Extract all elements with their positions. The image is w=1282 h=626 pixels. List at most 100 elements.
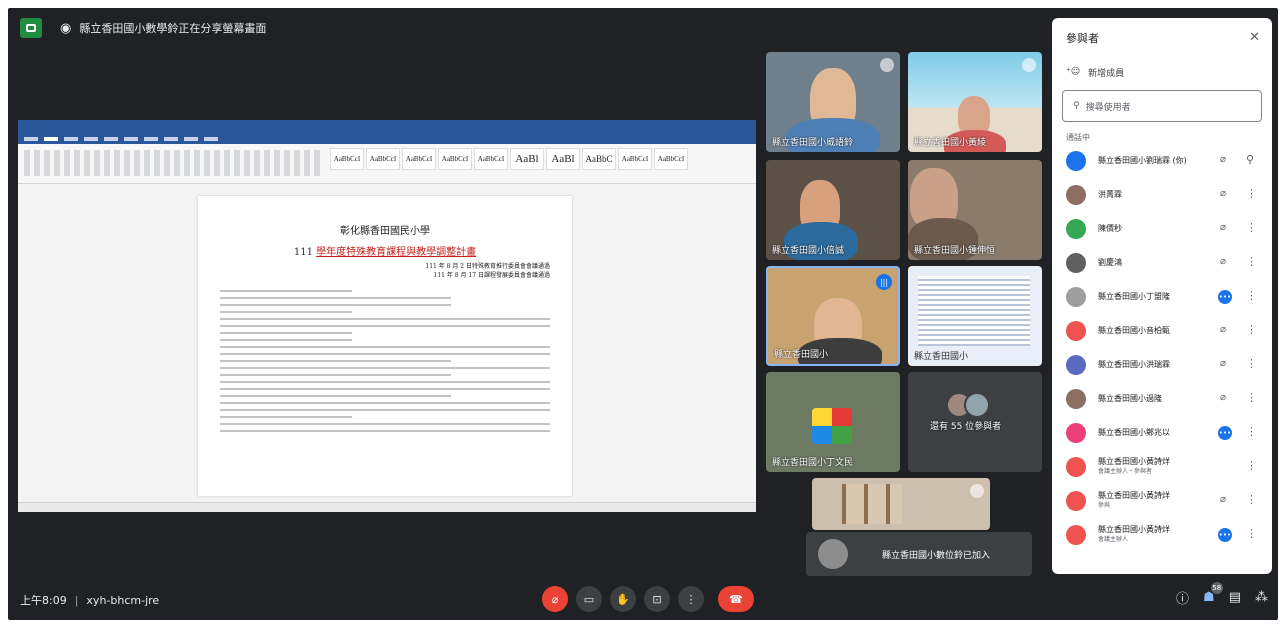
participant-name-text: 陳價秒 — [1098, 224, 1122, 233]
avatar — [1066, 491, 1086, 511]
top-bar: ◉ 縣立香田國小數學鈴正在分享螢幕畫面 — [8, 8, 1048, 48]
call-controls: ⌀ ▭ ✋ ⊡ ⋮ ☎ — [542, 586, 754, 612]
word-tool-icons — [24, 150, 324, 176]
participant-tile[interactable]: 縣立香田國小威語鈴 — [766, 52, 900, 152]
participant-row[interactable]: 洪菁霖 ⌀ ⋮ — [1052, 178, 1272, 212]
participant-tile-name: 縣立香田國小倍誠 — [772, 246, 845, 256]
participant-tile-name: 縣立香田國小 — [914, 352, 969, 362]
more-participants-tile[interactable]: 還有 55 位參與者 — [908, 372, 1042, 472]
document-title: 彰化縣香田國民小學 — [340, 226, 430, 237]
participant-name-text: 縣立香田國小丁盟隆 — [1098, 292, 1170, 301]
camera-button[interactable]: ▭ — [576, 586, 602, 612]
word-styles-gallery: AaBbCcI AaBbCcI AaBbCcI AaBbCcI AaBbCcI AaBl A… — [330, 148, 688, 170]
speaking-indicator-icon: ••• — [1218, 290, 1232, 304]
participant-row[interactable]: 縣立香田國小丁盟隆 ••• ⋮ — [1052, 280, 1272, 314]
present-icon: ⊡ — [652, 592, 662, 606]
participant-tile-name: 縣立香田國小鍾伸恒 — [914, 246, 996, 256]
participant-tile[interactable]: 縣立香田國小鍾伸恒 — [908, 160, 1042, 260]
participant-name: 縣立香田國小音柏甄 — [1098, 326, 1208, 336]
raise-hand-button[interactable]: ✋ — [610, 586, 636, 612]
participant-tile[interactable] — [812, 478, 990, 530]
document-subtitle-text: 學年度特殊教育課程與教學調整計畫 — [316, 247, 477, 258]
speaking-indicator-icon: ••• — [1218, 426, 1232, 440]
participant-list: 縣立香田國小劉瑞霖 (你) ⌀ ⚲ 洪菁霖 ⌀ ⋮ 陳價秒 ⌀ ⋮ 劉慶鴻 ⌀ ⋮ 縣立香田國小丁盟隆 •… — [1052, 144, 1272, 552]
more-vert-icon[interactable]: ⋮ — [1246, 527, 1257, 540]
document-page: 彰化縣香田國民小學 111 學年度特殊教育課程與教學調整計畫 111 年 8 月… — [198, 196, 572, 496]
search-people-input[interactable]: ⚲ 搜尋使用者 — [1062, 90, 1262, 122]
more-options-button[interactable]: ⋮ — [678, 586, 704, 612]
participant-avatars — [946, 392, 990, 418]
info-icon[interactable]: ⓘ — [1176, 588, 1189, 607]
more-vert-icon[interactable]: ⋮ — [1246, 221, 1257, 234]
add-person-icon: ⁺☺ — [1066, 67, 1081, 77]
bottom-bar: 上午8:09 | xyh-bhcm-jre ⌀ ▭ ✋ ⊡ ⋮ ☎ ⓘ ☗ 58 ▤ … — [8, 580, 1278, 620]
participant-row[interactable]: 縣立香田國小鄭兆以 ••• ⋮ — [1052, 416, 1272, 450]
participant-name: 縣立香田國小劉瑞霖 (你) — [1098, 156, 1208, 166]
participant-tile[interactable]: 縣立香田國小丁文民 — [766, 372, 900, 472]
participant-name-text: 縣立香田國小鄭兆以 — [1098, 428, 1170, 437]
mic-off-icon: ⌀ — [1220, 256, 1227, 267]
word-ribbon: AaBbCcI AaBbCcI AaBbCcI AaBbCcI AaBbCcI AaBl A… — [18, 144, 756, 184]
meeting-info: 上午8:09 | xyh-bhcm-jre — [20, 594, 160, 607]
participant-row[interactable]: 縣立香田國小音柏甄 ⌀ ⋮ — [1052, 314, 1272, 348]
participant-tile[interactable]: 縣立香田國小倍誠 — [766, 160, 900, 260]
participant-tile-name: 縣立香田國小 — [774, 350, 829, 360]
avatar — [1066, 525, 1086, 545]
document-subtitle-year: 111 — [293, 247, 313, 258]
participant-row[interactable]: 縣立香田國小洪瑞霖 ⌀ ⋮ — [1052, 348, 1272, 382]
mute-indicator-icon — [1022, 58, 1036, 72]
join-notification: 縣立香田國小數位鈴已加入 — [806, 532, 1032, 576]
section-label: 通話中 — [1066, 133, 1090, 142]
participant-name: 洪菁霖 — [1098, 190, 1208, 200]
participant-role: 會議主辦人・參與者 — [1098, 468, 1153, 475]
more-vert-icon[interactable]: ⋮ — [1246, 425, 1257, 438]
participant-tile[interactable]: 縣立香田國小 — [908, 266, 1042, 366]
document-body — [220, 290, 550, 432]
add-people-button[interactable]: ⁺☺ 新增成員 — [1052, 58, 1272, 86]
chat-icon[interactable]: ▤ — [1229, 590, 1241, 605]
participants-panel: 參與者 ✕ ⁺☺ 新增成員 ⚲ 搜尋使用者 通話中 縣立香田國小劉瑞霖 (你) ⌀… — [1052, 18, 1272, 574]
close-icon[interactable]: ✕ — [1249, 30, 1260, 45]
document-dates: 111 年 8 月 2 日特殊教育推行委員會會議通過 111 年 8 月 17 … — [220, 262, 550, 280]
add-people-label: 新增成員 — [1088, 68, 1125, 79]
more-vert-icon[interactable]: ⋮ — [1246, 391, 1257, 404]
more-vert-icon[interactable]: ⋮ — [1246, 187, 1257, 200]
participant-tile[interactable]: 縣立香田國小黃綾 — [908, 52, 1042, 152]
more-vert-icon[interactable]: ⋮ — [1246, 493, 1257, 506]
participant-name: 縣立香田國小黃詩烊 會議主辦人・參與者 — [1098, 457, 1208, 477]
mic-off-icon: ⌀ — [551, 592, 559, 606]
more-vert-icon: ⋮ — [685, 592, 697, 606]
participant-row[interactable]: 縣立香田國小黃詩烊 參與 ⌀ ⋮ — [1052, 484, 1272, 518]
participant-row[interactable]: 縣立香田國小黃詩烊 會議主辦人 ••• ⋮ — [1052, 518, 1272, 552]
more-vert-icon[interactable]: ⋮ — [1246, 459, 1257, 472]
participant-row[interactable]: 劉慶鴻 ⌀ ⋮ — [1052, 246, 1272, 280]
avatar — [818, 539, 848, 569]
camera-icon: ▭ — [583, 592, 595, 606]
document-date-line: 111 年 8 月 17 日課程發展委員會會議通過 — [433, 272, 550, 279]
more-vert-icon[interactable]: ⋮ — [1246, 289, 1257, 302]
activities-icon[interactable]: ⁂ — [1255, 590, 1268, 605]
participant-row[interactable]: 陳價秒 ⌀ ⋮ — [1052, 212, 1272, 246]
participant-row[interactable]: 縣立香田國小過隆 ⌀ ⋮ — [1052, 382, 1272, 416]
participant-name: 縣立香田國小黃詩烊 會議主辦人 — [1098, 525, 1208, 545]
more-vert-icon[interactable]: ⋮ — [1246, 357, 1257, 370]
participant-tile-name: 縣立香田國小黃綾 — [914, 138, 987, 148]
present-button[interactable]: ⊡ — [644, 586, 670, 612]
pin-icon[interactable]: ⚲ — [1246, 153, 1254, 166]
participant-tile-name: 縣立香田國小丁文民 — [772, 458, 854, 468]
people-icon[interactable]: ☗ 58 — [1203, 582, 1223, 605]
search-icon: ⚲ — [1073, 101, 1080, 111]
leave-call-button[interactable]: ☎ — [718, 586, 754, 612]
more-vert-icon[interactable]: ⋮ — [1246, 323, 1257, 336]
mic-off-button[interactable]: ⌀ — [542, 586, 568, 612]
word-titlebar — [18, 120, 756, 134]
participant-row[interactable]: 縣立香田國小黃詩烊 會議主辦人・參與者 ⋮ — [1052, 450, 1272, 484]
participant-tile[interactable]: ||| 縣立香田國小 — [766, 266, 900, 366]
shared-screen[interactable]: AaBbCcI AaBbCcI AaBbCcI AaBbCcI AaBbCcI AaBl A… — [18, 120, 756, 512]
meet-app-icon — [20, 18, 42, 38]
speaking-indicator-icon: ||| — [876, 274, 892, 290]
more-vert-icon[interactable]: ⋮ — [1246, 255, 1257, 268]
avatar — [1066, 389, 1086, 409]
participant-name-text: 縣立香田國小過隆 — [1098, 394, 1162, 403]
participant-row[interactable]: 縣立香田國小劉瑞霖 (你) ⌀ ⚲ — [1052, 144, 1272, 178]
